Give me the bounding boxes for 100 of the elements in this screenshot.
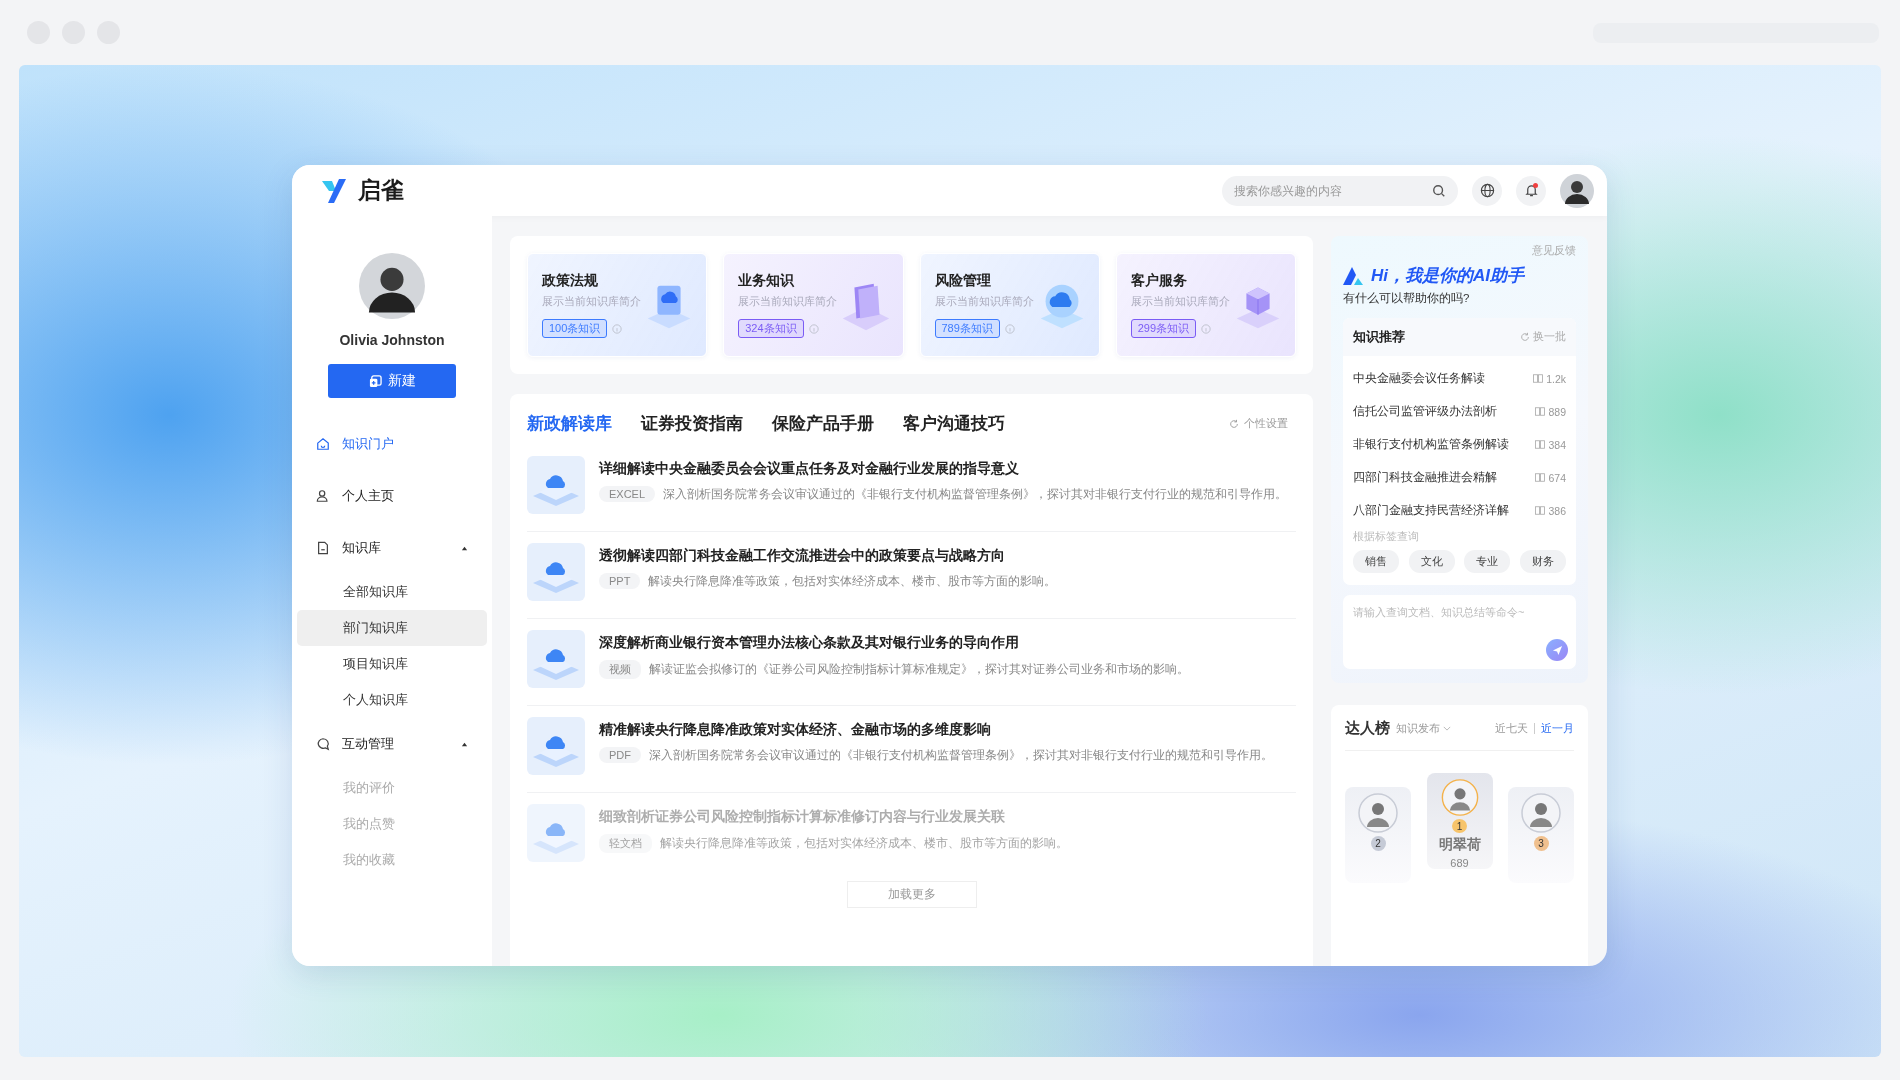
file-type-tag: EXCEL bbox=[599, 486, 656, 502]
nav-subitem[interactable]: 部门知识库 bbox=[297, 610, 487, 646]
new-button[interactable]: 新建 bbox=[328, 364, 456, 398]
category-description: 展示当前知识库简介 bbox=[542, 294, 642, 309]
read-count: 889 bbox=[1548, 405, 1566, 418]
article-title[interactable]: 详细解读中央金融委员会会议重点任务及对金融行业发展的指导意义 bbox=[599, 460, 1288, 478]
article-summary: 深入剖析国务院常务会议审议通过的《非银行支付机构监督管理条例》，探讨其对非银行支付行业的规范和引导作用。 bbox=[663, 486, 1288, 502]
category-card[interactable]: 业务知识 展示当前知识库简介 324条知识 bbox=[723, 253, 904, 357]
nav-item[interactable]: 个人主页 bbox=[292, 479, 492, 513]
user-icon bbox=[316, 489, 330, 503]
file-type-tag: PDF bbox=[599, 747, 641, 763]
read-count: 1.2k bbox=[1546, 372, 1566, 385]
recommend-item[interactable]: 非银行支付机构监管条例解读 bbox=[1353, 437, 1509, 452]
info-icon bbox=[1004, 323, 1015, 334]
article-summary: 解读证监会拟修订的《证券公司风险控制指标计算标准规定》，探讨其对证券公司业务和市场的影响。 bbox=[649, 662, 1189, 677]
podium-card[interactable]: 2 bbox=[1345, 787, 1411, 883]
bell-icon bbox=[1523, 183, 1539, 198]
recommend-item[interactable]: 四部门科技金融推进会精解 bbox=[1353, 470, 1497, 485]
file-type-tag: 视频 bbox=[599, 660, 641, 679]
read-count: 384 bbox=[1548, 438, 1566, 451]
book-icon bbox=[1535, 440, 1546, 449]
category-title: 政策法规 bbox=[542, 272, 599, 290]
document-icon bbox=[316, 541, 330, 555]
read-count: 386 bbox=[1548, 504, 1566, 517]
nav-subitem[interactable]: 全部知识库 bbox=[297, 574, 487, 610]
logo-icon bbox=[320, 176, 348, 205]
count-badge: 299条知识 bbox=[1130, 319, 1197, 338]
tags-label: 根据标签查询 bbox=[1353, 530, 1420, 544]
article-title[interactable]: 透彻解读四部门科技金融工作交流推进会中的政策要点与战略方向 bbox=[599, 547, 1057, 565]
category-title: 客户服务 bbox=[1130, 272, 1188, 290]
leaderboard-title: 达人榜 bbox=[1345, 719, 1390, 738]
tab[interactable]: 证券投资指南 bbox=[641, 412, 743, 435]
tag-chip[interactable]: 专业 bbox=[1464, 550, 1511, 573]
chat-icon bbox=[316, 737, 330, 751]
read-count: 674 bbox=[1548, 471, 1566, 484]
plus-icon bbox=[368, 374, 382, 388]
notification-button[interactable] bbox=[1516, 175, 1546, 206]
category-description: 展示当前知识库简介 bbox=[934, 294, 1035, 309]
recommend-item[interactable]: 信托公司监管评级办法剖析 bbox=[1353, 404, 1497, 419]
caret-icon[interactable] bbox=[461, 544, 468, 552]
podium-card[interactable]: 3 bbox=[1508, 787, 1574, 883]
article-summary: 解读央行降息降准等政策，包括对实体经济成本、楼市、股市等方面的影响。 bbox=[648, 573, 1057, 589]
search-icon[interactable] bbox=[1432, 183, 1446, 198]
caret-icon[interactable] bbox=[461, 740, 468, 748]
search-field[interactable]: 搜索你感兴趣的内容 bbox=[1222, 175, 1458, 206]
tab[interactable]: 新政解读库 bbox=[527, 412, 612, 435]
chevron-down-icon bbox=[1443, 726, 1451, 731]
language-button[interactable] bbox=[1472, 175, 1502, 206]
thumbnail-drawing bbox=[527, 717, 585, 775]
article-title[interactable]: 深度解析商业银行资本管理办法核心条款及其对银行业务的导向作用 bbox=[599, 634, 1189, 652]
period-tab[interactable]: 近一月 bbox=[1541, 721, 1574, 736]
refresh-icon bbox=[1229, 418, 1239, 429]
nav-subitem[interactable]: 项目知识库 bbox=[297, 646, 487, 682]
file-type-tag: 轻文档 bbox=[599, 834, 652, 853]
command-input[interactable]: 请输入查询文档、知识总结等命令~ bbox=[1343, 595, 1576, 669]
category-description: 展示当前知识库简介 bbox=[1130, 294, 1231, 309]
avatar-icon bbox=[359, 253, 425, 319]
recommend-title: 知识推荐 bbox=[1353, 328, 1405, 346]
category-title: 业务知识 bbox=[738, 272, 796, 290]
avatar-icon[interactable] bbox=[1560, 173, 1594, 208]
nav-item[interactable]: 知识库 bbox=[292, 531, 492, 565]
info-icon bbox=[808, 323, 819, 334]
category-title: 风险管理 bbox=[934, 272, 992, 290]
send-icon bbox=[1551, 644, 1563, 656]
category-card[interactable]: 风险管理 展示当前知识库简介 789条知识 bbox=[919, 253, 1100, 357]
category-card[interactable]: 政策法规 展示当前知识库简介 100条知识 bbox=[527, 253, 708, 357]
tag-chip[interactable]: 文化 bbox=[1408, 550, 1455, 573]
avatar-icon bbox=[1439, 779, 1480, 817]
avatar-icon bbox=[1521, 793, 1561, 833]
category-card[interactable]: 客户服务 展示当前知识库简介 299条知识 bbox=[1115, 253, 1296, 357]
tab[interactable]: 客户沟通技巧 bbox=[903, 412, 1005, 435]
recommend-item[interactable]: 八部门金融支持民营经济详解 bbox=[1353, 503, 1509, 518]
count-badge: 324条知识 bbox=[738, 319, 804, 338]
podium-card[interactable]: 1 明翠荷 689 bbox=[1426, 773, 1493, 869]
app-logo: 启雀 bbox=[358, 176, 404, 205]
refresh-icon bbox=[1520, 332, 1530, 342]
tag-chip[interactable]: 销售 bbox=[1353, 550, 1399, 573]
book-icon bbox=[1535, 473, 1546, 482]
book-icon bbox=[1535, 407, 1546, 416]
article-title[interactable]: 精准解读央行降息降准政策对实体经济、金融市场的多维度影响 bbox=[599, 721, 1273, 739]
user-name: Olivia Johnston bbox=[339, 332, 445, 348]
info-icon bbox=[612, 323, 623, 334]
recommend-item[interactable]: 中央金融委会议任务解读 bbox=[1353, 371, 1485, 386]
book-icon bbox=[1535, 506, 1546, 515]
count-badge: 100条知识 bbox=[542, 319, 608, 338]
thumbnail-drawing bbox=[527, 456, 585, 514]
assistant-greeting: Hi，我是你的AI助手 bbox=[1371, 265, 1524, 287]
expert-count: 689 bbox=[1450, 857, 1469, 869]
rank-badge: 1 bbox=[1452, 819, 1467, 833]
assistant-subtitle: 有什么可以帮助你的吗? bbox=[1343, 291, 1471, 306]
logo-icon bbox=[1343, 266, 1363, 285]
tab[interactable]: 保险产品手册 bbox=[772, 412, 874, 435]
info-icon bbox=[1201, 323, 1212, 334]
expert-name: 明翠荷 bbox=[1438, 836, 1481, 854]
nav-item[interactable]: 互动管理 bbox=[292, 727, 492, 761]
nav-item[interactable]: 知识门户 bbox=[292, 427, 492, 461]
thumbnail-drawing bbox=[527, 804, 585, 862]
tag-chip[interactable]: 财务 bbox=[1519, 550, 1566, 573]
file-type-tag: PPT bbox=[599, 573, 641, 589]
nav-subitem[interactable]: 个人知识库 bbox=[297, 682, 487, 718]
